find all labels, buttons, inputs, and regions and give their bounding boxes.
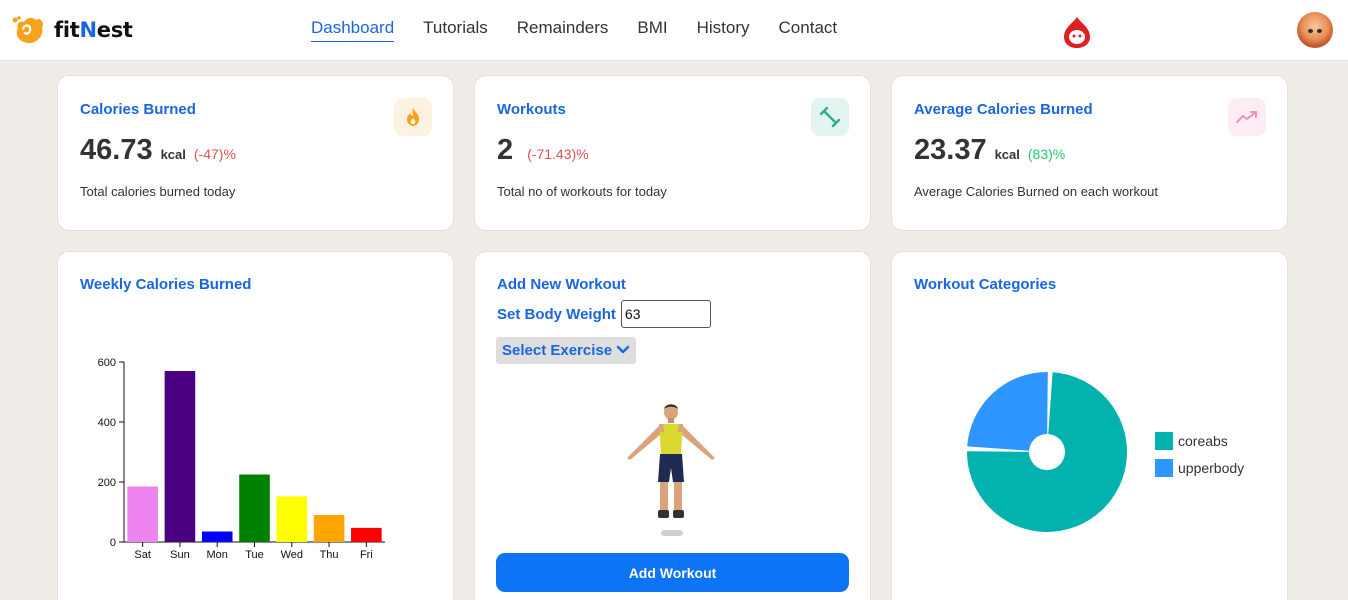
bar-fri <box>351 527 382 542</box>
average-change: (83)% <box>1027 146 1066 162</box>
legend-swatch <box>1155 431 1173 450</box>
y-tick-label: 600 <box>98 357 116 369</box>
legend-item-upperbody: upperbody <box>1155 454 1244 481</box>
logo-icon <box>12 16 43 44</box>
average-unit: kcal <box>994 147 1020 162</box>
bar-mon <box>201 531 233 542</box>
y-tick-label: 400 <box>98 417 116 429</box>
card-title: Add New Workout <box>497 276 626 293</box>
x-tick-label: Fri <box>360 549 373 561</box>
stat-value-row: 46.73 kcal (-47)% <box>80 134 236 167</box>
x-tick-label: Thu <box>320 549 339 561</box>
y-tick-label: 0 <box>110 537 116 549</box>
main-nav: Dashboard Tutorials Remainders BMI Histo… <box>311 18 866 42</box>
flame-mascot-icon[interactable] <box>1062 15 1092 54</box>
bar-sun <box>164 371 196 542</box>
bar-tue <box>239 474 270 542</box>
x-tick-label: Sat <box>134 549 151 561</box>
calories-change: (-47)% <box>193 146 236 162</box>
x-tick-label: Tue <box>245 549 264 561</box>
x-tick-label: Sun <box>170 549 190 561</box>
calories-unit: kcal <box>160 147 186 162</box>
stat-value-row: 2 (-71.43)% <box>497 134 589 167</box>
fire-icon <box>394 98 432 136</box>
stat-value-row: 23.37 kcal (83)% <box>914 134 1065 167</box>
select-exercise-label: Select Exercise <box>502 342 613 359</box>
average-description: Average Calories Burned on each workout <box>914 184 1159 199</box>
legend-label: upperbody <box>1178 459 1245 476</box>
categories-pie-chart <box>967 372 1127 532</box>
top-navbar: fitNest Dashboard Tutorials Remainders B… <box>0 0 1348 61</box>
nav-bmi[interactable]: BMI <box>637 18 667 42</box>
select-exercise-dropdown[interactable]: Select Exercise <box>496 337 637 364</box>
trending-up-icon <box>1228 98 1266 136</box>
user-avatar[interactable] <box>1297 12 1333 48</box>
card-title: Average Calories Burned <box>914 101 1093 118</box>
card-title: Calories Burned <box>80 101 196 118</box>
legend-item-coreabs: coreabs <box>1155 427 1244 454</box>
body-weight-input[interactable] <box>620 300 711 328</box>
pie-slice-upperbody <box>967 372 1048 451</box>
workouts-change: (-71.43)% <box>527 146 589 162</box>
app-name: fitNest <box>54 18 133 42</box>
nav-dashboard[interactable]: Dashboard <box>311 18 395 42</box>
legend-label: coreabs <box>1178 432 1228 449</box>
calories-description: Total calories burned today <box>80 184 236 199</box>
app-logo[interactable]: fitNest <box>10 14 133 46</box>
weekly-bar-chart: 0 200 400 600 Sat Sun Mon Tue Wed Thu Fri <box>98 357 385 561</box>
weekly-calories-card: Weekly Calories Burned 0 200 400 600 Sat Sun M… <box>57 251 454 600</box>
add-workout-card: Add New Workout Set Body Weight Select E… <box>474 251 871 600</box>
dumbbell-icon <box>811 98 849 136</box>
calories-burned-card: Calories Burned 46.73 kcal (-47)% Total … <box>57 75 454 231</box>
bar-sat <box>127 486 158 542</box>
legend-swatch <box>1155 458 1173 477</box>
chevron-down-icon <box>616 342 630 359</box>
body-weight-label: Set Body Weight <box>497 305 616 323</box>
pie-legend: coreabs upperbody <box>1155 427 1244 481</box>
nav-remainders[interactable]: Remainders <box>517 18 609 42</box>
nav-tutorials[interactable]: Tutorials <box>423 18 488 42</box>
exercise-figure-icon <box>623 402 719 545</box>
body-weight-row: Set Body Weight <box>497 300 711 328</box>
card-title: Workouts <box>497 101 566 118</box>
bar-wed <box>276 496 308 542</box>
nav-history[interactable]: History <box>697 18 750 42</box>
average-value: 23.37 <box>914 134 987 166</box>
x-tick-label: Wed <box>281 549 303 561</box>
calories-value: 46.73 <box>80 134 153 166</box>
add-workout-button[interactable]: Add Workout <box>496 553 849 592</box>
workouts-card: Workouts 2 (-71.43)% Total no of workout… <box>474 75 871 231</box>
x-tick-label: Mon <box>207 549 228 561</box>
workouts-description: Total no of workouts for today <box>497 184 667 199</box>
y-tick-label: 200 <box>98 477 116 489</box>
bar-thu <box>313 515 345 542</box>
workouts-value: 2 <box>497 134 514 166</box>
workout-categories-card: Workout Categories coreabs upperbody <box>891 251 1288 600</box>
average-calories-card: Average Calories Burned 23.37 kcal (83)%… <box>891 75 1288 231</box>
nav-contact[interactable]: Contact <box>779 18 838 42</box>
